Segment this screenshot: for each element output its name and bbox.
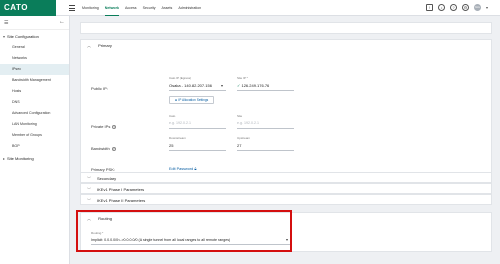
top-card <box>80 22 492 34</box>
sidebar-item-ipsec[interactable]: IPsec <box>0 64 69 75</box>
nav-monitoring[interactable]: Monitoring <box>82 0 99 16</box>
site-ip-underline <box>237 90 294 91</box>
public-ip-label: Public IP: <box>91 86 108 91</box>
sidebar-item-general[interactable]: General <box>0 42 69 53</box>
sidebar-item-bandwidth-management[interactable]: Bandwidth Management <box>0 75 69 86</box>
chevron-down-icon: ﹀ <box>87 176 91 181</box>
chevron-right-icon: ▸ <box>3 155 6 161</box>
bandwidth-label: Bandwidth? <box>91 146 116 151</box>
sidebar-item-member-of-groups[interactable]: Member of Groups <box>0 130 69 141</box>
grid-icon[interactable]: ☰ <box>4 20 8 26</box>
secondary-panel[interactable]: ﹀ Secondary <box>80 172 492 183</box>
back-arrow-icon[interactable]: ← <box>59 19 65 25</box>
chevron-down-icon: ▾ <box>3 33 6 39</box>
private-site-input[interactable]: e.g. 192.0.2.1 <box>237 121 259 125</box>
sidebar-section-label: Site Configuration <box>7 33 39 39</box>
site-ip-label: Site IP * <box>237 76 248 80</box>
downstream-underline <box>169 150 226 151</box>
panel-title: IKEv1 Phase I Parameters <box>97 187 145 192</box>
edit-password-text: Edit Password <box>169 167 194 171</box>
nav-administration[interactable]: Administration <box>178 0 201 16</box>
lock-icon: 🔒︎ <box>194 167 197 171</box>
ikev1-phase2-panel[interactable]: ﹀ IKEv1 Phase II Parameters <box>80 194 492 205</box>
sidebar-section-site-monitoring[interactable]: ▸ Site Monitoring <box>0 152 69 164</box>
chevron-down-icon: ﹀ <box>87 198 91 203</box>
main-nav: Monitoring Network Access Security Asset… <box>82 0 201 16</box>
panel-title: Primary <box>98 43 112 48</box>
site-ip-value: 126.249.176.76 <box>241 83 270 88</box>
nav-network[interactable]: Network <box>104 0 119 16</box>
ip-allocation-settings-label: IP Allocation Settings <box>178 98 209 102</box>
help-icon[interactable]: ? <box>112 124 117 129</box>
upstream-label: Upstream <box>237 136 251 140</box>
site-ip-input[interactable]: ✓ 126.249.176.76 <box>237 83 269 88</box>
chevron-down-icon[interactable]: ▾ <box>486 5 488 10</box>
avatar[interactable]: GG <box>473 4 481 11</box>
chevron-down-icon: ﹀ <box>87 187 91 192</box>
downstream-input[interactable]: 25 <box>169 143 173 148</box>
bandwidth-text: Bandwidth <box>91 146 110 151</box>
nav-access[interactable]: Access <box>125 0 137 16</box>
nav-security[interactable]: Security <box>143 0 156 16</box>
top-icons: ! ♪ ? ⚙ GG ▾ <box>425 4 488 11</box>
private-cato-input[interactable]: e.g. 192.0.2.1 <box>169 121 191 125</box>
hamburger-menu-icon[interactable] <box>69 5 75 11</box>
private-cato-label: Cato <box>169 114 176 118</box>
help-icon[interactable]: ? <box>449 4 457 11</box>
private-site-underline <box>237 128 294 129</box>
settings-icon[interactable]: ⚙ <box>461 4 469 11</box>
alert-icon[interactable]: ! <box>425 4 433 11</box>
help-icon[interactable]: ? <box>111 146 116 151</box>
top-bar: CATO Monitoring Network Access Security … <box>0 0 500 16</box>
cato-ip-underline <box>169 90 226 91</box>
sidebar-item-networks[interactable]: Networks <box>0 53 69 64</box>
upstream-underline <box>237 150 294 151</box>
downstream-label: Downstream <box>169 136 186 140</box>
primary-panel-header[interactable]: ︿ Primary <box>81 40 491 52</box>
sidebar-item-dns[interactable]: DNS <box>0 97 69 108</box>
panel-title: Secondary <box>97 176 117 181</box>
private-ips-text: Private IPs <box>91 124 111 129</box>
highlight-box <box>76 210 292 252</box>
private-ips-label: Private IPs? <box>91 124 117 129</box>
chevron-down-icon[interactable]: ▾ <box>221 83 223 88</box>
sidebar-item-advanced-configuration[interactable]: Advanced Configuration <box>0 108 69 119</box>
ikev1-phase1-panel[interactable]: ﹀ IKEv1 Phase I Parameters <box>80 183 492 194</box>
primary-panel: ︿ Primary Public IP: Cato IP (Egress) Os… <box>80 39 492 179</box>
sidebar-section-site-configuration[interactable]: ▾ Site Configuration <box>0 30 69 42</box>
sidebar-item-bgp[interactable]: BGP <box>0 141 69 152</box>
sidebar-item-lan-monitoring[interactable]: LAN Monitoring <box>0 119 69 130</box>
sidebar-section-label: Site Monitoring <box>7 155 34 161</box>
nav-assets[interactable]: Assets <box>162 0 173 16</box>
cato-ip-select[interactable]: Osaka - 140.82.207.156 <box>169 83 212 88</box>
chevron-up-icon: ︿ <box>87 43 91 48</box>
ikev1-phase2-panel-header[interactable]: ﹀ IKEv1 Phase II Parameters <box>81 195 491 206</box>
sidebar: ☰ ← ▾ Site Configuration General Network… <box>0 16 70 264</box>
sidebar-top: ☰ ← <box>0 16 69 30</box>
bell-icon[interactable]: ♪ <box>437 4 445 11</box>
private-site-label: Site <box>237 114 243 118</box>
ip-allocation-settings-button[interactable]: ⊞ IP Allocation Settings <box>169 96 214 104</box>
upstream-input[interactable]: 27 <box>237 143 241 148</box>
edit-password-link[interactable]: Edit Password 🔒︎ <box>169 167 196 171</box>
panel-title: IKEv1 Phase II Parameters <box>97 198 146 203</box>
private-cato-underline <box>169 128 226 129</box>
cato-logo[interactable]: CATO <box>0 0 56 16</box>
sidebar-item-hosts[interactable]: Hosts <box>0 86 69 97</box>
cato-ip-label: Cato IP (Egress) <box>169 76 192 80</box>
